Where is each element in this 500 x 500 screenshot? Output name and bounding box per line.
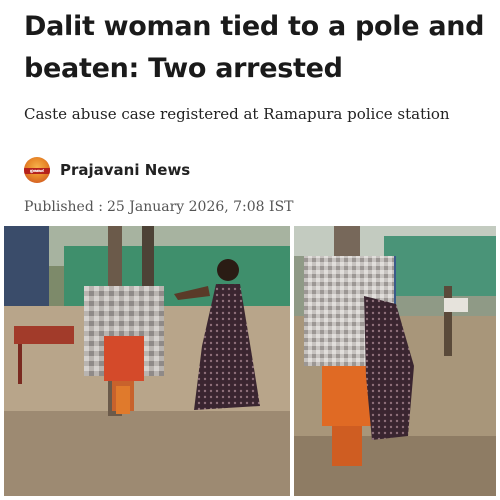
article-headline: Dalit woman tied to a pole and beaten: T… bbox=[24, 11, 485, 84]
article-photo[interactable] bbox=[4, 226, 496, 496]
logo-text: ಪ್ರಜಾವಾಣಿ bbox=[30, 168, 44, 173]
article-subheadline: Caste abuse case registered at Ramapura … bbox=[24, 105, 450, 123]
published-label: Published : bbox=[24, 199, 103, 215]
publisher-row[interactable]: ಪ್ರಜಾವಾಣಿ Prajavani News bbox=[24, 156, 190, 184]
publisher-logo-icon[interactable]: ಪ್ರಜಾವಾಣಿ bbox=[24, 157, 50, 183]
photo-panel-right bbox=[294, 226, 496, 496]
news-photo-illustration bbox=[4, 226, 496, 496]
published-date: 25 January 2026, 7:08 IST bbox=[106, 199, 294, 215]
publisher-name[interactable]: Prajavani News bbox=[60, 161, 190, 179]
published-line: Published :25 January 2026, 7:08 IST bbox=[24, 199, 294, 215]
photo-panel-left bbox=[4, 226, 290, 496]
